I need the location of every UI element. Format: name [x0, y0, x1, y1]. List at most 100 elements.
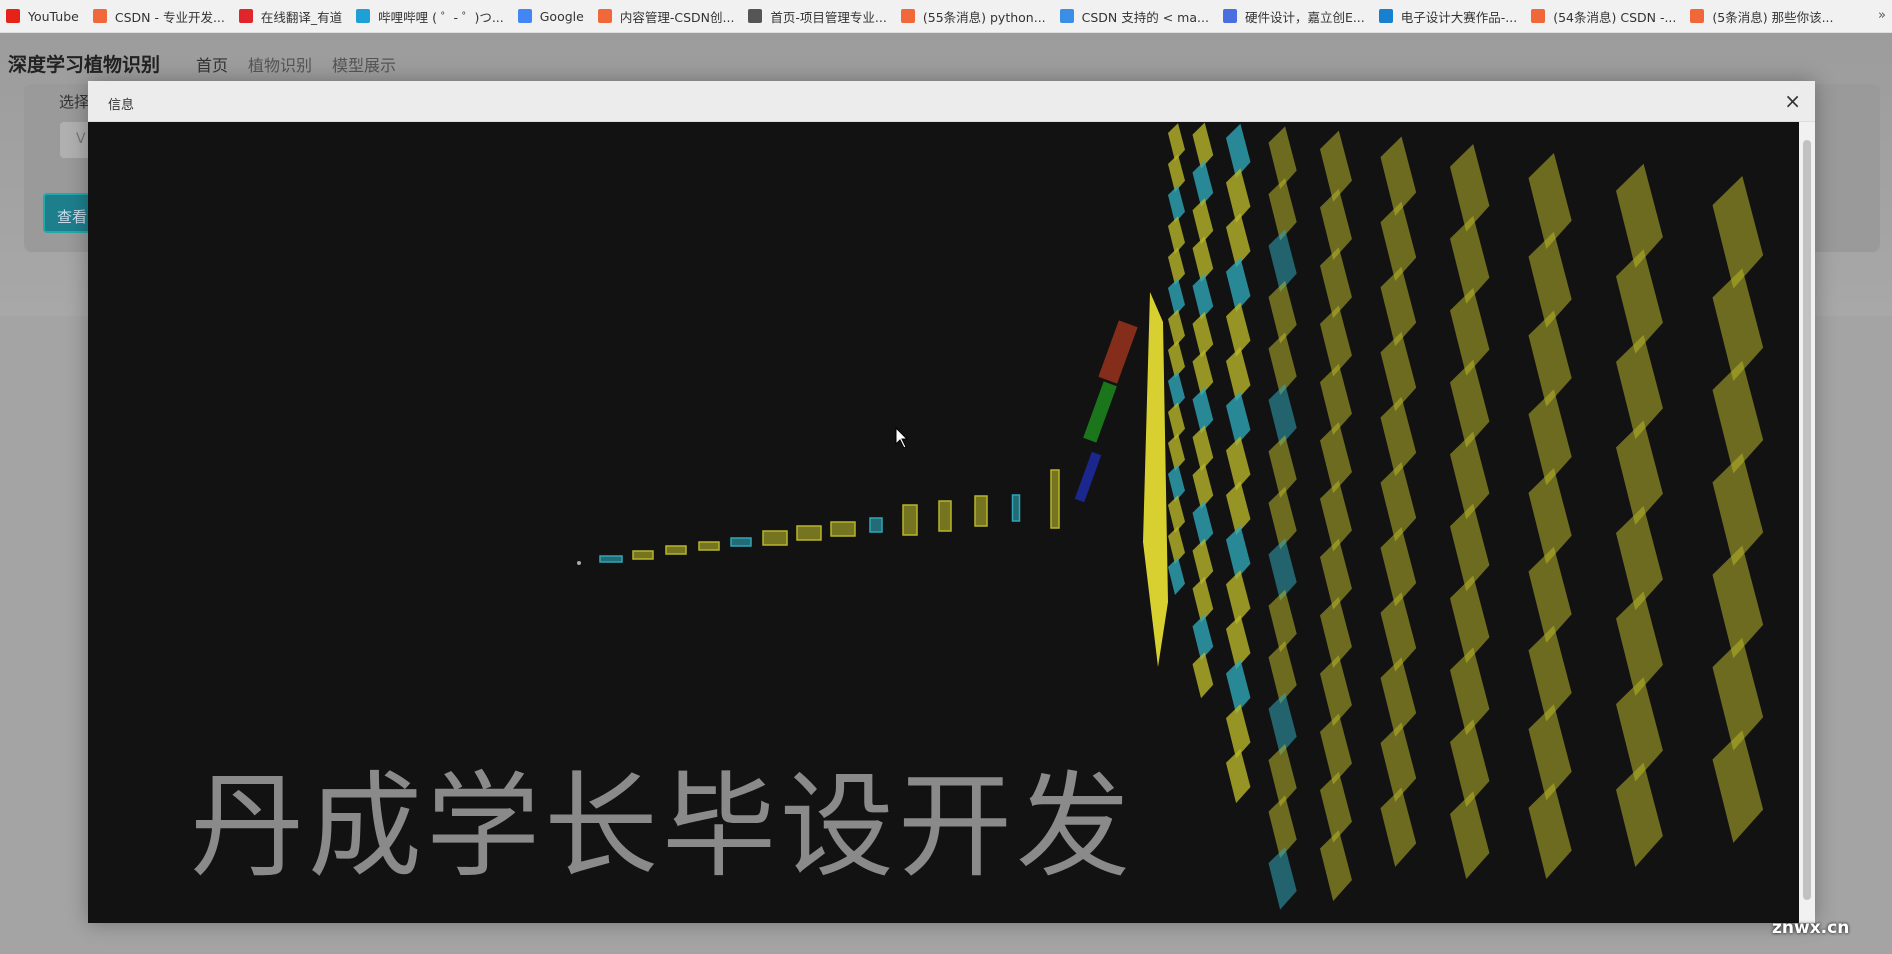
feature-tile [1616, 505, 1663, 611]
feature-tile [1528, 389, 1572, 486]
feature-tile [1320, 188, 1352, 260]
feature-tile [1380, 136, 1417, 216]
feature-tile [1168, 526, 1185, 564]
layer-block [1011, 494, 1021, 522]
nav-home[interactable]: 首页 [196, 52, 228, 76]
bookmark-item[interactable]: (5条消息) 那些你该... [1690, 7, 1834, 26]
layer-block [599, 555, 623, 563]
layer-block [938, 500, 952, 532]
feature-tile [1168, 402, 1185, 440]
feature-tile [1528, 782, 1572, 879]
feature-tile [1226, 525, 1251, 580]
feature-tile [1268, 177, 1297, 241]
feature-tile [1268, 692, 1297, 756]
feature-tile [1226, 704, 1251, 759]
feature-tile [1192, 236, 1214, 283]
bookmark-item[interactable]: 内容管理-CSDN创... [597, 7, 734, 26]
close-icon[interactable]: × [1784, 89, 1801, 113]
feature-tile [1616, 334, 1663, 440]
csdn-icon [597, 9, 612, 23]
bookmark-item[interactable]: 在线翻译_有道 [238, 7, 343, 26]
feature-tile [1168, 464, 1185, 502]
feature-tile [1268, 846, 1297, 910]
lceda-icon [1222, 9, 1237, 23]
bookmark-item[interactable]: 硬件设计，嘉立创E... [1222, 7, 1365, 26]
bookmark-item[interactable]: YouTube [6, 9, 79, 24]
feature-tile [1616, 249, 1663, 354]
feature-tile [1528, 546, 1572, 643]
feature-tile [1320, 771, 1352, 843]
feature-tile [1380, 266, 1417, 347]
feature-tile [1320, 655, 1352, 727]
feature-tile [1226, 213, 1251, 268]
feature-tile [1192, 576, 1214, 623]
bookmark-item[interactable]: CSDN 支持的 < ma... [1059, 7, 1209, 26]
feature-tile [1380, 592, 1417, 672]
select-label: 选择 [59, 93, 90, 111]
bookmark-item[interactable]: (54条消息) CSDN -... [1531, 7, 1676, 26]
bookmark-item[interactable]: Google [517, 9, 584, 24]
youdao-icon [238, 9, 253, 23]
bookmark-item[interactable]: 首页-项目管理专业... [748, 7, 887, 26]
feature-tile [1712, 545, 1764, 659]
feature-tile [1192, 311, 1214, 358]
bookmark-item[interactable]: 哔哩哔哩 ( ゜- ゜)つ... [356, 7, 504, 26]
bookmark-label: YouTube [28, 8, 79, 24]
feature-tile [1192, 463, 1214, 510]
feature-tile [1450, 143, 1490, 232]
bookmark-label: CSDN - 专业开发... [114, 9, 225, 25]
feature-tile [1712, 453, 1764, 566]
feature-tile [1168, 340, 1185, 378]
feature-tile [1450, 791, 1490, 879]
feature-tile [1268, 486, 1297, 550]
layer-block [902, 504, 918, 536]
layer-block [730, 537, 752, 547]
bookmark-label: 在线翻译_有道 [260, 9, 343, 25]
feature-map-sheet [1143, 292, 1168, 667]
feature-tile [1320, 130, 1352, 202]
feature-tile [1192, 425, 1214, 472]
info-modal: 信息 × 丹成学长毕设开发 [88, 81, 1815, 923]
scrollbar-thumb[interactable] [1803, 140, 1811, 900]
layer-block [830, 521, 856, 537]
feature-tile [1712, 637, 1764, 751]
nav-model-display[interactable]: 模型展示 [332, 52, 396, 76]
bookmark-item[interactable]: 电子设计大赛作品-... [1378, 7, 1517, 26]
cnn-3d-visualization[interactable]: 丹成学长毕设开发 [88, 122, 1799, 923]
feature-tile [1268, 640, 1297, 704]
modal-scrollbar[interactable] [1799, 122, 1815, 923]
bookmark-item[interactable]: CSDN - 专业开发... [92, 7, 225, 26]
bookmarks-more-button[interactable]: » [1878, 8, 1886, 23]
bookmark-label: CSDN 支持的 < ma... [1081, 9, 1209, 25]
nav-plant-recognition[interactable]: 植物识别 [248, 52, 312, 76]
feature-tile [1380, 201, 1417, 281]
bookmark-item[interactable]: (55条消息) python... [900, 7, 1046, 26]
feature-tile [1528, 310, 1572, 407]
brand-title[interactable]: 深度学习植物识别 [8, 50, 160, 77]
csdn-icon [900, 9, 915, 23]
feature-tile [1268, 795, 1297, 859]
bookmarks-bar: YouTube CSDN - 专业开发... 在线翻译_有道 哔哩哔哩 ( ゜- ゜)… [0, 0, 1892, 33]
feature-tile [1168, 216, 1185, 254]
layer-block [974, 495, 988, 527]
feature-tile [1192, 538, 1214, 585]
bookmark-label: 首页-项目管理专业... [770, 9, 887, 25]
feature-tile [1712, 360, 1764, 474]
feature-tile [1268, 383, 1297, 447]
feature-tile [1226, 436, 1251, 491]
bookmark-label: (55条消息) python... [922, 9, 1046, 25]
feature-tile [1226, 659, 1251, 714]
bookmark-label: (54条消息) CSDN -... [1553, 9, 1677, 25]
output-red [1098, 320, 1138, 384]
feature-tile [1268, 332, 1297, 395]
feature-tile [1168, 309, 1185, 347]
watermark-text: 丹成学长毕设开发 [190, 760, 1135, 893]
feature-tile [1712, 175, 1764, 289]
feature-tile [1168, 495, 1185, 533]
csdn-icon [1690, 9, 1705, 23]
feature-tile [1226, 570, 1251, 625]
layer-block [665, 545, 687, 555]
bookmark-label: 硬件设计，嘉立创E... [1244, 9, 1365, 25]
feature-tile [1528, 468, 1572, 565]
feature-tile [1528, 704, 1572, 801]
